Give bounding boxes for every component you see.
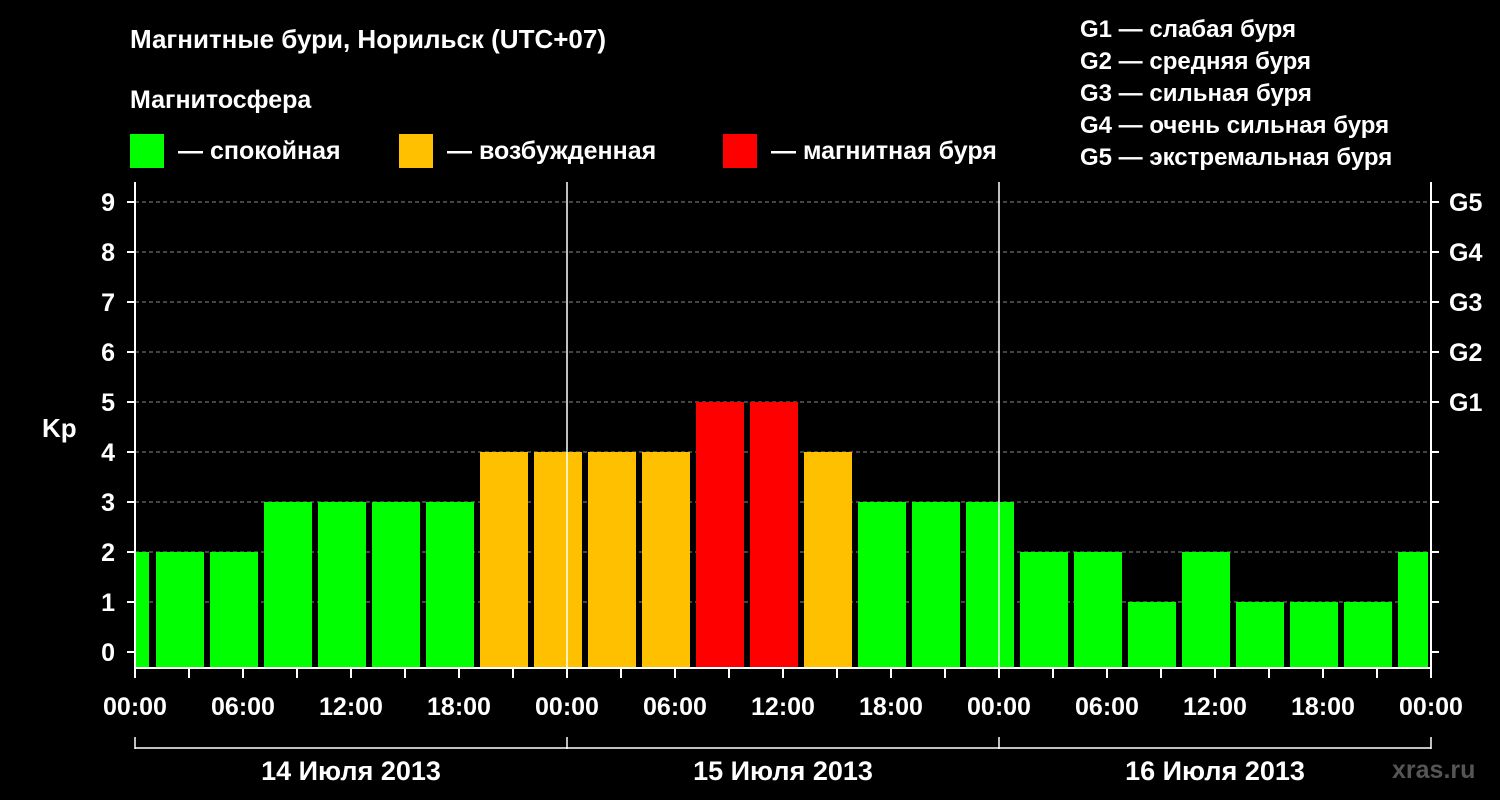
y-tick-label: 3 <box>101 489 115 517</box>
kp-bar <box>912 502 960 667</box>
y-tick-label: 8 <box>101 239 115 267</box>
y-tick-label: 4 <box>101 439 115 467</box>
x-tick-label: 00:00 <box>1399 693 1463 721</box>
y-tick-label: 9 <box>101 189 115 217</box>
x-tick-label: 00:00 <box>103 693 167 721</box>
kp-bar <box>426 502 474 667</box>
kp-bar <box>1182 552 1230 667</box>
y-tick-label: 1 <box>101 589 115 617</box>
kp-bar <box>1074 552 1122 667</box>
watermark: xras.ru <box>1392 756 1476 784</box>
kp-bar <box>135 552 149 667</box>
kp-bar-chart: 0 1 2 3 4 5 6 7 8 9 G1 G2 G3 G4 G5 Kp 00:00 06:00 12:00 18:… <box>42 182 1482 786</box>
kp-bar <box>372 502 420 667</box>
kp-bar <box>1236 602 1284 667</box>
day-label: 14 Июля 2013 <box>261 756 441 786</box>
day-label: 16 Июля 2013 <box>1125 756 1305 786</box>
kp-bar <box>1344 602 1392 667</box>
kp-bar <box>534 452 582 667</box>
x-tick-label: 12:00 <box>1183 693 1247 721</box>
x-tick-label: 06:00 <box>211 693 275 721</box>
storm-level-label: G3 <box>1449 289 1482 317</box>
kp-bar <box>858 502 906 667</box>
kp-bar <box>1020 552 1068 667</box>
kp-bar <box>264 502 312 667</box>
x-tick-label: 18:00 <box>1291 693 1355 721</box>
storm-level-label: G5 <box>1449 189 1482 217</box>
x-tick-label: 12:00 <box>751 693 815 721</box>
y-tick-label: 2 <box>101 539 115 567</box>
x-tick-label: 12:00 <box>319 693 383 721</box>
kp-bar <box>966 502 1014 667</box>
kp-bar <box>480 452 528 667</box>
kp-bar <box>1398 552 1428 667</box>
y-tick-label: 6 <box>101 339 115 367</box>
kp-bar <box>1128 602 1176 667</box>
x-tick-label: 06:00 <box>1075 693 1139 721</box>
kp-bar <box>1290 602 1338 667</box>
y-tick-label: 7 <box>101 289 115 317</box>
x-tick-label: 00:00 <box>535 693 599 721</box>
kp-bar <box>804 452 852 667</box>
x-tick-label: 06:00 <box>643 693 707 721</box>
y-tick-label: 5 <box>101 389 115 417</box>
storm-level-label: G4 <box>1449 239 1482 267</box>
x-tick-label: 18:00 <box>427 693 491 721</box>
kp-bar <box>156 552 204 667</box>
kp-bar <box>210 552 258 667</box>
kp-bar <box>318 502 366 667</box>
kp-bar <box>750 402 798 667</box>
y-axis-label: Kp <box>42 413 77 443</box>
x-tick-label: 00:00 <box>967 693 1031 721</box>
day-label: 15 Июля 2013 <box>693 756 873 786</box>
x-tick-label: 18:00 <box>859 693 923 721</box>
kp-bar <box>642 452 690 667</box>
kp-bar <box>696 402 744 667</box>
storm-level-label: G2 <box>1449 339 1482 367</box>
y-tick-label: 0 <box>101 639 115 667</box>
storm-level-label: G1 <box>1449 389 1482 417</box>
kp-bar <box>588 452 636 667</box>
